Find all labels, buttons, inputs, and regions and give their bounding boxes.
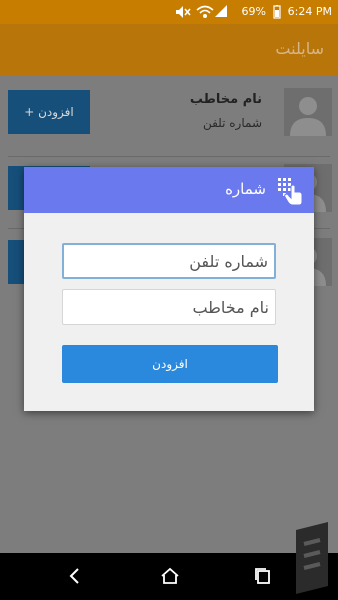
home-icon[interactable] xyxy=(160,567,180,585)
navigation-bar xyxy=(0,553,338,600)
back-icon[interactable] xyxy=(66,567,84,585)
contact-phone: شماره تلفن xyxy=(202,116,262,130)
add-number-dialog: شماره افزودن xyxy=(24,167,314,411)
wifi-icon xyxy=(196,5,214,18)
touch-dialpad-icon xyxy=(278,178,303,206)
avatar xyxy=(284,88,332,136)
phone-number-input[interactable] xyxy=(64,245,274,277)
recent-apps-icon[interactable] xyxy=(254,567,272,585)
dialog-header: شماره xyxy=(24,167,314,213)
phone-number-field[interactable] xyxy=(62,243,276,279)
store-watermark-logo xyxy=(296,522,328,594)
battery-icon xyxy=(273,5,281,19)
dialog-title: شماره xyxy=(225,180,266,198)
mute-icon xyxy=(176,6,191,18)
status-bar: 69% 6:24 PM xyxy=(0,0,338,24)
contact-name-input[interactable] xyxy=(63,290,275,324)
contact-row: نام مخاطب شماره تلفن + افزودن xyxy=(0,76,338,146)
add-button[interactable]: + افزودن xyxy=(8,90,90,134)
app-title: سایلنت xyxy=(275,39,324,58)
battery-percent: 69% xyxy=(241,5,266,18)
dialog-add-button[interactable]: افزودن xyxy=(62,345,278,383)
contact-name: نام مخاطب xyxy=(189,92,262,107)
signal-icon xyxy=(215,5,227,17)
app-bar: سایلنت xyxy=(0,24,338,76)
contact-name-field[interactable] xyxy=(62,289,276,325)
clock: 6:24 PM xyxy=(287,5,332,18)
